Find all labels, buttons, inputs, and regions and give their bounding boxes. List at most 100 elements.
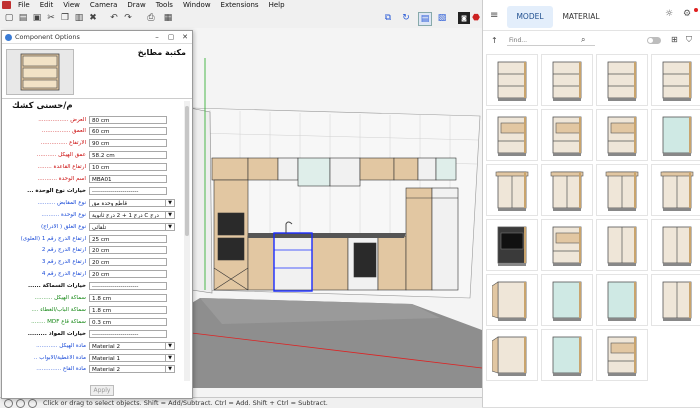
component-thumbnail-item[interactable] [651,164,700,216]
extension-tool-icon[interactable]: ⧉ [382,12,394,24]
close-icon[interactable]: ✕ [178,33,192,41]
option-value: 58.2 cm [92,153,115,160]
tab-material[interactable]: MATERIAL [559,6,603,28]
menu-draw[interactable]: Draw [122,0,150,10]
model-info-icon[interactable]: ▦ [162,12,174,24]
component-thumbnail-item[interactable] [541,164,593,216]
menu-edit[interactable]: Edit [35,0,59,10]
menu-help[interactable]: Help [264,0,290,10]
reload-icon[interactable]: ↻ [400,12,412,24]
component-options-icon[interactable]: ▤ [418,12,432,26]
undo-icon[interactable]: ↶ [108,12,120,24]
option-select[interactable]: Material 1 ▼ [89,353,175,362]
option-select[interactable]: Material 2 ▼ [89,341,175,350]
option-select[interactable]: تلقائي ▼ [89,222,175,231]
component-thumbnail-item[interactable] [596,54,648,106]
component-thumbnail-item[interactable] [541,109,593,161]
option-input[interactable]: ----------------------- [89,282,167,291]
component-thumbnail-item[interactable] [596,329,648,381]
option-input[interactable]: 20 cm [89,270,167,279]
grid-icon[interactable]: ⊞ [671,35,678,44]
redo-icon[interactable]: ↷ [122,12,134,24]
component-thumbnail-item[interactable] [486,219,538,271]
print-icon[interactable]: ⎙ [145,12,157,24]
menu-extensions[interactable]: Extensions [216,0,264,10]
component-thumbnail-item[interactable] [596,219,648,271]
credits-icon[interactable] [28,398,37,408]
menu-window[interactable]: Window [178,0,216,10]
component-thumbnail-item[interactable] [541,54,593,106]
component-thumbnail-item[interactable] [486,54,538,106]
component-thumbnail-item[interactable] [651,274,700,326]
chevron-down-icon[interactable]: ▼ [165,354,174,361]
option-input[interactable]: 25 cm [89,234,167,243]
maximize-icon[interactable]: ▢ [164,33,178,41]
dialog-titlebar[interactable]: Component Options – ▢ ✕ [2,31,192,44]
option-select[interactable]: درج 1 + 2 درج ثانوية C درج ▼ [89,210,175,219]
toggle-icon[interactable] [647,37,661,44]
chevron-down-icon[interactable]: ▼ [165,366,174,373]
component-attributes-icon[interactable]: ▧ [436,12,448,24]
cut-icon[interactable]: ✂ [45,12,57,24]
chevron-down-icon[interactable]: ▼ [165,199,174,206]
component-thumbnail-item[interactable] [596,109,648,161]
option-input[interactable]: MBA01 [89,175,167,183]
component-thumbnail-item[interactable] [596,274,648,326]
delete-icon[interactable]: ✖ [87,12,99,24]
menu-tools[interactable]: Tools [151,0,178,10]
component-thumbnail-item[interactable] [651,109,700,161]
new-file-icon[interactable]: ▢ [3,12,15,24]
copy-icon[interactable]: ❐ [59,12,71,24]
option-input[interactable]: ----------------------- [89,186,167,195]
component-thumbnail-item[interactable] [486,329,538,381]
option-input[interactable]: 80 cm [89,115,167,124]
component-thumbnail-item[interactable] [486,274,538,326]
component-thumbnail-item[interactable] [596,164,648,216]
menu-view[interactable]: View [58,0,85,10]
open-file-icon[interactable]: ▤ [17,12,29,24]
geolocation-icon[interactable] [16,398,25,408]
scrollbar-thumb[interactable] [185,106,189,236]
component-thumbnail-item[interactable] [486,164,538,216]
option-input[interactable]: 1.8 cm [89,294,167,302]
save-icon[interactable]: ▣ [31,12,43,24]
info-icon[interactable] [4,398,13,408]
settings-icon[interactable]: ⚙ [683,9,691,19]
arrow-up-icon[interactable]: ↑ [491,36,498,45]
minimize-icon[interactable]: – [150,33,164,41]
option-input[interactable]: 60 cm [89,127,167,136]
option-input[interactable]: 20 cm [89,246,167,255]
component-thumbnail-item[interactable] [541,219,593,271]
photo-icon[interactable]: ◙ [458,12,470,24]
chevron-down-icon[interactable]: ▼ [165,211,174,218]
chevron-down-icon[interactable]: ▼ [165,223,174,230]
apply-button[interactable]: Apply [90,385,114,396]
component-thumbnail-item[interactable] [651,219,700,271]
menu-camera[interactable]: Camera [85,0,122,10]
component-thumbnail-item[interactable] [541,274,593,326]
option-input[interactable]: ----------------------- [89,329,167,338]
option-input[interactable]: 0.3 cm [89,317,167,326]
option-input[interactable]: 1.8 cm [89,305,167,314]
chevron-down-icon[interactable]: ▼ [165,342,174,349]
filter-icon[interactable]: ⛉ [686,35,692,45]
theme-icon[interactable]: ☼ [665,9,673,19]
option-select[interactable]: قاطع وحدة مق ▼ [89,198,175,207]
option-input[interactable]: 90 cm [89,139,167,148]
tab-model[interactable]: MODEL [507,6,553,28]
menu-icon[interactable]: ≡ [490,10,498,21]
options-list: م/حسنى كشك العرض ................. 80 cm ا… [2,99,183,387]
option-select[interactable]: Material 2 ▼ [89,365,175,374]
option-input[interactable]: 10 cm [89,163,167,172]
component-thumbnail-item[interactable] [486,109,538,161]
options-scrollbar[interactable] [184,101,190,381]
extension-warehouse-icon[interactable]: ⬣ [470,12,482,24]
component-thumbnail-item[interactable] [541,329,593,381]
search-icon[interactable]: ⌕ [581,35,585,45]
option-input[interactable]: 58.2 cm [89,151,167,160]
component-thumbnail-item[interactable] [651,54,700,106]
paste-icon[interactable]: ▥ [73,12,85,24]
menu-file[interactable]: File [13,0,35,10]
cabinet-icon [607,61,637,101]
option-input[interactable]: 20 cm [89,258,167,267]
